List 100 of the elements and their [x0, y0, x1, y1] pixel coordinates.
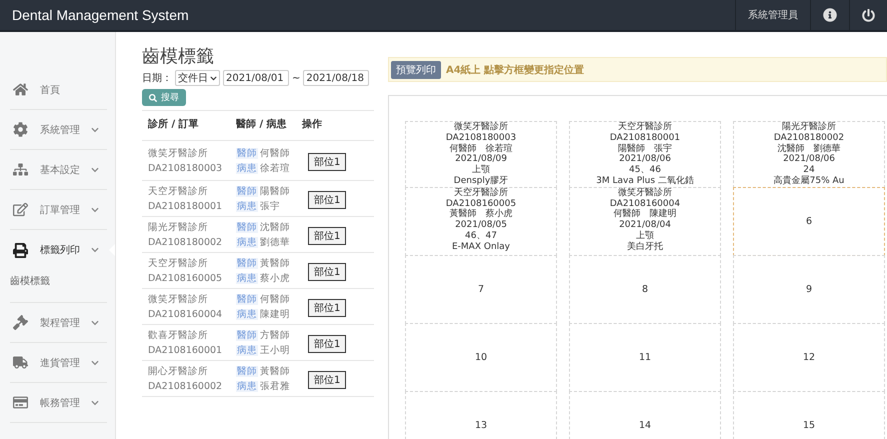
part-button[interactable]: 部位1	[308, 227, 346, 245]
label-text: DA2108160004	[608, 198, 682, 209]
column-header: 醫師 / 病患	[236, 118, 288, 131]
label-slot[interactable]: 7	[405, 254, 557, 324]
part-button[interactable]: 部位1	[308, 371, 346, 389]
printer-icon	[12, 242, 28, 258]
label-slot[interactable]: 天空牙醫診所 DA2108160005 黃醫師 蔡小虎 2021/08/05 46、47 E-MAX Onlay	[405, 186, 557, 256]
label-text: DA2108180001	[608, 132, 682, 144]
caret-icon	[91, 398, 99, 406]
label-text: 陽醫師 張宇	[617, 144, 673, 154]
label-slot[interactable]: 15	[733, 390, 885, 439]
label-text: DA2108180002	[772, 132, 846, 144]
label-slot[interactable]: 14	[569, 390, 721, 439]
label-slot[interactable]: 微笑牙醫診所 DA2108160004 何醫師 陳建明 2021/08/04 上顎 美白牙托	[569, 186, 721, 256]
sidebar-item[interactable]: 製程管理	[10, 303, 107, 343]
doctor-patient-cell-text: 醫師 黃醫師 病患 蔡小虎	[236, 256, 291, 286]
home-icon	[12, 82, 28, 97]
label-text: 2021/08/06	[618, 154, 672, 165]
settings-icon	[12, 122, 28, 137]
slot-number: 13	[474, 420, 488, 431]
sidebar-item[interactable]: 標籤列印	[10, 230, 107, 270]
label-text: 陽光牙醫診所	[781, 122, 837, 133]
label-slot[interactable]: 12	[733, 322, 885, 392]
label-slot[interactable]: 10	[405, 322, 557, 392]
sitemap-icon	[12, 162, 28, 177]
sidebar-item[interactable]: 首頁	[10, 70, 107, 110]
label-text: 黃醫師 蔡小虎	[448, 209, 514, 220]
slot-number: 9	[806, 284, 812, 295]
column-header: 操作	[302, 118, 323, 131]
label-text: 美白牙托	[626, 242, 664, 253]
slot-number: 7	[478, 284, 484, 295]
label-slot[interactable]: 6	[733, 186, 885, 256]
column-header: 診所 / 訂單	[148, 118, 200, 131]
label-text: 上顎	[471, 165, 491, 176]
doctor-patient-cell-text: 醫師 方醫師 病患 王小明	[236, 328, 291, 358]
label-slot[interactable]: 13	[405, 390, 557, 439]
label-slot[interactable]: 天空牙醫診所 DA2108180001 陽醫師 張宇 2021/08/06 45、46 3M Lava Plus 二氧化鋯	[569, 121, 721, 188]
label-slot[interactable]: 9	[733, 254, 885, 324]
sidebar-item[interactable]: 帳務管理	[10, 383, 107, 423]
hammer-icon	[12, 315, 28, 330]
sidebar-label: 標籤列印	[40, 244, 80, 257]
label-text: 微笑牙醫診所	[453, 122, 509, 133]
edit-icon	[12, 202, 28, 217]
sidebar-subitem[interactable]: 齒模標籤	[10, 270, 107, 303]
clinic-order-cell-text: 微笑牙醫診所 DA2108180003	[148, 146, 224, 176]
label-slot[interactable]: 11	[569, 322, 721, 392]
sidebar-label: 訂單管理	[40, 204, 80, 216]
label-text: 46、47	[464, 230, 498, 242]
label-slot[interactable]: 陽光牙醫診所 DA2108180002 沈醫師 劉德華 2021/08/06 24 高貴金屬75% Au	[733, 121, 885, 188]
caret-icon	[91, 318, 99, 326]
label-text: 何醫師 陳建明	[612, 209, 678, 220]
print-preview-button[interactable]: 預覽列印	[391, 60, 441, 78]
caret-icon	[210, 74, 217, 82]
caret-icon	[91, 206, 99, 214]
date-type-select[interactable]: 交件日	[175, 70, 220, 86]
label-text: 2021/08/04	[618, 220, 672, 230]
sidebar-item[interactable]: 進貨管理	[10, 343, 107, 383]
user-menu[interactable]: 系統管理員	[735, 0, 810, 30]
sidebar-label: 基本設定	[40, 164, 80, 176]
doctor-patient-cell-text: 醫師 沈醫師 病患 劉德華	[236, 220, 291, 250]
caret-icon	[91, 166, 99, 174]
label-text: 上顎	[635, 230, 655, 242]
label-text: 沈醫師 劉德華	[776, 144, 842, 154]
slot-number: 14	[638, 420, 652, 431]
date-from-field[interactable]: 2021/08/01	[223, 70, 289, 86]
part-button[interactable]: 部位1	[308, 153, 346, 171]
date-to-field[interactable]: 2021/08/18	[303, 70, 370, 86]
caret-icon	[91, 246, 99, 254]
notice-text: A4紙上 點擊方框變更指定位置	[446, 63, 584, 76]
slot-number: 15	[802, 420, 816, 431]
part-button[interactable]: 部位1	[308, 263, 346, 281]
info-icon	[823, 8, 837, 22]
sidebar-item[interactable]: 系統管理	[10, 110, 107, 150]
part-button[interactable]: 部位1	[308, 299, 346, 317]
part-button[interactable]: 部位1	[308, 335, 346, 353]
label-text: 2021/08/06	[782, 154, 836, 165]
sidebar-item[interactable]: 訂單管理	[10, 190, 107, 230]
range-separator: ~	[292, 72, 300, 84]
sidebar-item[interactable]: 基本設定	[10, 150, 107, 190]
sidebar-label: 進貨管理	[40, 356, 80, 370]
page-title: 齒模標籤	[142, 45, 215, 68]
clinic-order-cell-text: 微笑牙醫診所 DA2108160004	[148, 292, 224, 322]
label-slot[interactable]: 8	[569, 254, 721, 324]
clinic-order-cell-text: 開心牙醫診所 DA2108160002	[148, 364, 224, 394]
slot-number: 8	[642, 284, 648, 295]
label-text: E-MAX Onlay	[450, 242, 511, 253]
app-title: Dental Management System	[11, 7, 190, 23]
truck-icon	[12, 355, 28, 370]
doctor-patient-cell-text: 醫師 黃醫師 病患 張君雅	[236, 364, 291, 394]
label-slot[interactable]: 微笑牙醫診所 DA2108180003 何醫師 徐若瑄 2021/08/09 上顎 Densply膠牙	[405, 121, 557, 188]
sidebar-label: 帳務管理	[40, 396, 80, 410]
label-text: 天空牙醫診所	[453, 188, 509, 199]
label-text: Densply膠牙	[452, 176, 510, 187]
part-button[interactable]: 部位1	[308, 191, 346, 209]
sidebar-label: 系統管理	[40, 124, 80, 136]
search-icon	[149, 94, 157, 102]
clinic-order-cell-text: 天空牙醫診所 DA2108160005	[148, 256, 224, 286]
slot-number: 11	[638, 352, 652, 363]
label-text: 2021/08/09	[454, 154, 508, 164]
clinic-order-cell-text: 歡喜牙醫診所 DA2108160001	[148, 328, 224, 358]
